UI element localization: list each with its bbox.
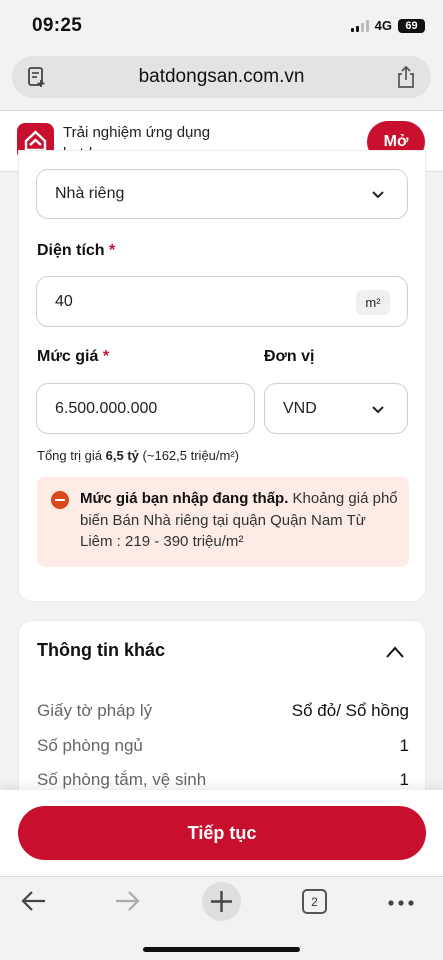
cellular-signal-icon [350, 19, 369, 32]
browser-toolbar: 2 [0, 876, 443, 960]
info-row-bedrooms[interactable]: Số phòng ngủ 1 [37, 736, 409, 756]
total-value-text: Tổng trị giá 6,5 tỷ (~162,5 triệu/m²) [37, 448, 239, 463]
more-menu-icon[interactable] [387, 895, 415, 913]
home-indicator [143, 947, 300, 952]
continue-button[interactable]: Tiếp tục [18, 806, 426, 860]
chevron-up-icon[interactable] [385, 645, 405, 664]
low-price-warning: Mức giá bạn nhập đang thấp. Khoảng giá p… [37, 477, 409, 567]
minus-circle-icon [51, 491, 69, 509]
chevron-down-icon [371, 188, 385, 206]
bottom-action-bar: Tiếp tục [0, 790, 443, 876]
area-label: Diện tích * [37, 242, 116, 259]
area-input[interactable]: 40 m² [36, 276, 408, 327]
property-type-value: Nhà riêng [55, 185, 125, 202]
price-value: 6.500.000.000 [55, 399, 158, 417]
area-value: 40 [55, 292, 73, 310]
price-input[interactable]: 6.500.000.000 [36, 383, 255, 434]
property-type-select[interactable]: Nhà riêng [36, 169, 408, 219]
share-icon[interactable] [395, 65, 417, 94]
info-row-bathrooms[interactable]: Số phòng tắm, vệ sinh 1 [37, 770, 409, 790]
chevron-down-icon [371, 403, 385, 421]
status-icons: 4G 69 [350, 18, 425, 33]
info-row-legal[interactable]: Giấy tờ pháp lý Sổ đỏ/ Sổ hồng [37, 701, 409, 721]
forward-arrow-icon[interactable] [113, 887, 141, 920]
warning-message: Mức giá bạn nhập đang thấp. Khoảng giá p… [80, 490, 398, 550]
banner-title: Trải nghiệm ứng dụng [63, 124, 211, 141]
clock: 09:25 [32, 15, 83, 36]
address-bar[interactable]: batdongsan.com.vn [12, 56, 431, 98]
area-unit-badge: m² [356, 290, 390, 315]
unit-select[interactable]: VND [264, 383, 408, 434]
tabs-icon[interactable]: 2 [302, 889, 327, 914]
price-form-card: Nhà riêng Diện tích * 40 m² Mức giá * Đơ… [18, 150, 426, 602]
url-host[interactable]: batdongsan.com.vn [12, 66, 431, 88]
unit-label: Đơn vị [264, 348, 315, 365]
unit-value: VND [283, 399, 317, 417]
price-label: Mức giá * [37, 348, 110, 365]
battery-icon: 69 [398, 18, 425, 33]
status-bar: 09:25 4G 69 [0, 0, 443, 52]
new-tab-button[interactable] [202, 882, 241, 921]
section-title: Thông tin khác [37, 640, 165, 660]
network-type: 4G [374, 18, 392, 33]
back-arrow-icon[interactable] [20, 887, 48, 920]
